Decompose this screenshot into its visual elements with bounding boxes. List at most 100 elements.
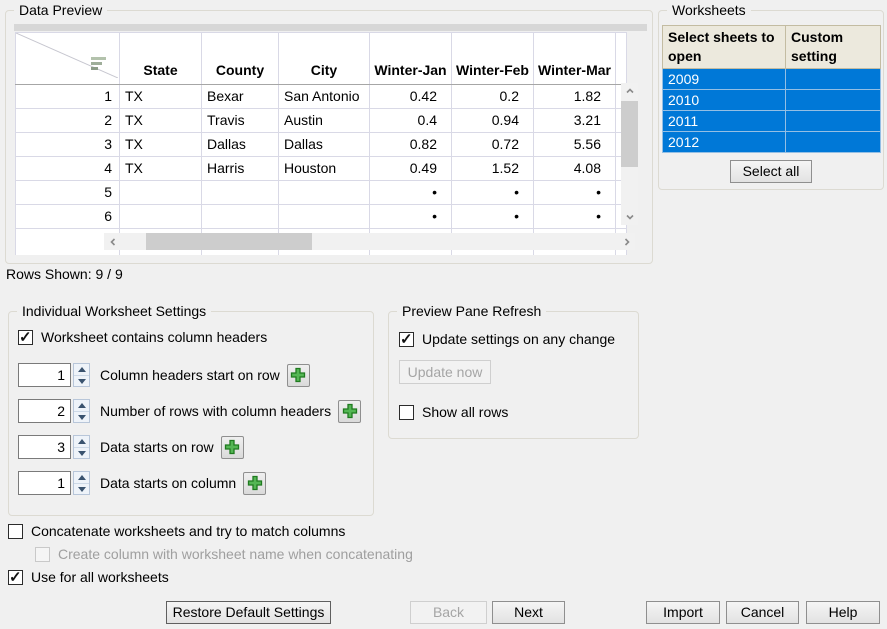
update-now-button[interactable]: Update now bbox=[399, 360, 491, 384]
worksheet-row[interactable]: 2011 bbox=[663, 111, 881, 132]
spinner-input[interactable]: 1 bbox=[18, 471, 71, 495]
table-cell[interactable]: San Antonio bbox=[279, 85, 370, 109]
table-cell[interactable]: Dallas bbox=[279, 133, 370, 157]
table-row[interactable]: 5••• bbox=[16, 181, 627, 205]
table-row[interactable]: 3TXDallasDallas0.820.725.56 bbox=[16, 133, 627, 157]
table-cell[interactable]: • bbox=[370, 205, 452, 229]
select-sheets-header[interactable]: Select sheets to open bbox=[663, 26, 786, 69]
worksheet-row[interactable]: 2010 bbox=[663, 90, 881, 111]
table-cell[interactable]: Harris bbox=[202, 157, 279, 181]
worksheet-name-cell[interactable]: 2012 bbox=[663, 132, 786, 153]
column-header-winter-feb[interactable]: Winter-Feb bbox=[452, 33, 534, 85]
table-cell[interactable] bbox=[120, 205, 202, 229]
spinner-down-button[interactable] bbox=[74, 375, 89, 387]
restore-default-settings-button[interactable]: Restore Default Settings bbox=[166, 601, 331, 624]
table-cell[interactable]: 5.56 bbox=[533, 133, 615, 157]
table-cell[interactable]: Houston bbox=[279, 157, 370, 181]
table-row[interactable]: 6••• bbox=[16, 205, 627, 229]
table-cell[interactable]: TX bbox=[120, 133, 202, 157]
checkbox-box[interactable] bbox=[399, 332, 414, 347]
add-setting-button[interactable] bbox=[221, 436, 244, 459]
top-scrollbar[interactable] bbox=[14, 24, 647, 31]
table-cell[interactable]: 0.49 bbox=[370, 157, 452, 181]
spinner-buttons[interactable] bbox=[73, 471, 90, 495]
scroll-up-button[interactable] bbox=[621, 83, 638, 99]
column-header-winter-jan[interactable]: Winter-Jan bbox=[370, 33, 452, 85]
update-on-change-checkbox[interactable]: Update settings on any change bbox=[399, 331, 615, 347]
spinner-buttons[interactable] bbox=[73, 363, 90, 387]
table-cell[interactable]: 0.72 bbox=[452, 133, 534, 157]
spinner-down-button[interactable] bbox=[74, 411, 89, 423]
table-cell[interactable]: • bbox=[533, 181, 615, 205]
scroll-right-button[interactable] bbox=[618, 233, 635, 250]
table-cell[interactable]: • bbox=[452, 181, 534, 205]
table-cell[interactable] bbox=[202, 181, 279, 205]
custom-setting-cell[interactable] bbox=[786, 111, 881, 132]
table-row[interactable]: 4TXHarrisHouston0.491.524.08 bbox=[16, 157, 627, 181]
table-cell[interactable]: 0.2 bbox=[452, 85, 534, 109]
table-cell[interactable]: 0.94 bbox=[452, 109, 534, 133]
spinner-down-button[interactable] bbox=[74, 483, 89, 495]
table-cell[interactable]: 3.21 bbox=[533, 109, 615, 133]
table-cell[interactable]: Austin bbox=[279, 109, 370, 133]
table-cell[interactable]: 0.42 bbox=[370, 85, 452, 109]
spinner-input[interactable]: 3 bbox=[18, 435, 71, 459]
column-header-winter-mar[interactable]: Winter-Mar bbox=[533, 33, 615, 85]
spinner-up-button[interactable] bbox=[74, 364, 89, 375]
custom-setting-cell[interactable] bbox=[786, 132, 881, 153]
spinner-down-button[interactable] bbox=[74, 447, 89, 459]
table-row[interactable]: 2TXTravisAustin0.40.943.21 bbox=[16, 109, 627, 133]
import-button[interactable]: Import bbox=[646, 601, 720, 624]
custom-setting-header[interactable]: Custom setting bbox=[786, 26, 881, 69]
add-setting-button[interactable] bbox=[338, 400, 361, 423]
next-button[interactable]: Next bbox=[492, 601, 565, 624]
table-cell[interactable] bbox=[120, 181, 202, 205]
help-button[interactable]: Help bbox=[806, 601, 880, 624]
horizontal-scrollbar[interactable] bbox=[104, 233, 635, 250]
worksheet-row[interactable]: 2012 bbox=[663, 132, 881, 153]
back-button[interactable]: Back bbox=[410, 601, 487, 624]
column-header-state[interactable]: State bbox=[120, 33, 202, 85]
table-cell[interactable] bbox=[202, 205, 279, 229]
worksheet-row[interactable]: 2009 bbox=[663, 69, 881, 90]
table-cell[interactable]: TX bbox=[120, 157, 202, 181]
worksheet-name-cell[interactable]: 2009 bbox=[663, 69, 786, 90]
contains-headers-checkbox[interactable]: Worksheet contains column headers bbox=[18, 329, 267, 345]
table-cell[interactable]: 0.4 bbox=[370, 109, 452, 133]
table-cell[interactable]: 5 bbox=[16, 181, 120, 205]
spinner-input[interactable]: 2 bbox=[18, 399, 71, 423]
checkbox-box[interactable] bbox=[18, 330, 33, 345]
table-cell[interactable]: 1.82 bbox=[533, 85, 615, 109]
select-all-button[interactable]: Select all bbox=[730, 160, 812, 183]
scroll-down-button[interactable] bbox=[621, 209, 638, 225]
spinner-up-button[interactable] bbox=[74, 436, 89, 447]
column-header-city[interactable]: City bbox=[279, 33, 370, 85]
table-cell[interactable]: 4.08 bbox=[533, 157, 615, 181]
table-cell[interactable]: • bbox=[452, 205, 534, 229]
table-cell[interactable]: 6 bbox=[16, 205, 120, 229]
table-cell[interactable]: TX bbox=[120, 85, 202, 109]
table-cell[interactable]: Dallas bbox=[202, 133, 279, 157]
table-cell[interactable]: 1 bbox=[16, 85, 120, 109]
table-cell[interactable]: Travis bbox=[202, 109, 279, 133]
cancel-button[interactable]: Cancel bbox=[726, 601, 799, 624]
custom-setting-cell[interactable] bbox=[786, 90, 881, 111]
table-cell[interactable]: 1.52 bbox=[452, 157, 534, 181]
vertical-scrollbar[interactable] bbox=[621, 83, 638, 225]
custom-setting-cell[interactable] bbox=[786, 69, 881, 90]
table-cell[interactable] bbox=[279, 181, 370, 205]
worksheet-name-cell[interactable]: 2011 bbox=[663, 111, 786, 132]
table-cell[interactable]: 0.82 bbox=[370, 133, 452, 157]
scroll-left-button[interactable] bbox=[104, 233, 121, 250]
spinner-buttons[interactable] bbox=[73, 435, 90, 459]
table-cell[interactable]: Bexar bbox=[202, 85, 279, 109]
add-setting-button[interactable] bbox=[287, 364, 310, 387]
table-cell[interactable]: 2 bbox=[16, 109, 120, 133]
table-cell[interactable]: • bbox=[533, 205, 615, 229]
corner-cell[interactable] bbox=[16, 33, 120, 85]
table-cell[interactable]: TX bbox=[120, 109, 202, 133]
table-cell[interactable] bbox=[279, 205, 370, 229]
spinner-input[interactable]: 1 bbox=[18, 363, 71, 387]
concatenate-checkbox[interactable]: Concatenate worksheets and try to match … bbox=[8, 523, 345, 539]
spinner-buttons[interactable] bbox=[73, 399, 90, 423]
